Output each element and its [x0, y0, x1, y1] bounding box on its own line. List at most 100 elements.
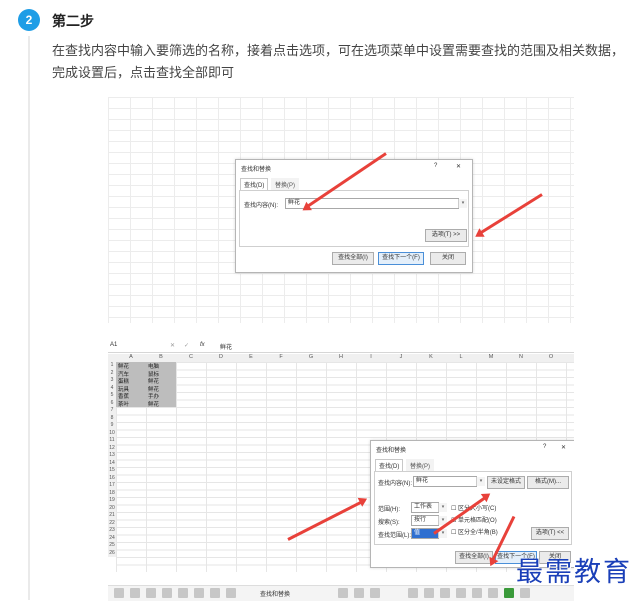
app-icon[interactable] — [338, 588, 348, 598]
excel-icon[interactable] — [504, 588, 514, 598]
app-icon[interactable] — [370, 588, 380, 598]
column-header[interactable]: L — [446, 354, 476, 360]
step-description: 在查找内容中输入要筛选的名称，接着点击选项，可在选项菜单中设置需要查找的范围及相… — [52, 43, 625, 80]
format-button[interactable]: 格式(M)... — [527, 476, 569, 489]
row-header[interactable]: 23 — [108, 527, 116, 535]
app-icon[interactable] — [114, 588, 124, 598]
row-header[interactable]: 18 — [108, 490, 116, 498]
screenshot-spreadsheet: A1 ✕ ✓ fx 鲜花 ABCDEFGHIJKLMNO 1 2 3 4 5 6 7 8 9 10… — [108, 340, 574, 572]
help-icon[interactable]: ? — [434, 163, 437, 169]
row-header[interactable]: 24 — [108, 535, 116, 543]
app-icon[interactable] — [194, 588, 204, 598]
taskbar-item-find-replace[interactable]: 查找和替换 — [260, 589, 290, 598]
column-header[interactable]: J — [386, 354, 416, 360]
app-icon[interactable] — [520, 588, 530, 598]
row-header[interactable]: 1 — [108, 362, 116, 370]
row-header[interactable]: 3 — [108, 377, 116, 385]
search-label: 搜索(S): — [378, 520, 400, 526]
app-icon[interactable] — [146, 588, 156, 598]
find-all-button[interactable]: 查找全部(I) — [332, 252, 374, 265]
within-label: 范围(H): — [378, 507, 400, 513]
row-header[interactable]: 12 — [108, 445, 116, 453]
column-header[interactable]: K — [416, 354, 446, 360]
app-icon[interactable] — [472, 588, 482, 598]
tab-find[interactable]: 查找(D) — [240, 178, 269, 190]
column-header[interactable]: I — [356, 354, 386, 360]
column-header[interactable]: H — [326, 354, 356, 360]
column-header[interactable]: G — [296, 354, 326, 360]
app-icon[interactable] — [162, 588, 172, 598]
app-icon[interactable] — [488, 588, 498, 598]
column-header[interactable]: O — [536, 354, 566, 360]
confirm-icon[interactable]: ✓ — [184, 342, 189, 349]
row-header[interactable]: 17 — [108, 482, 116, 490]
row-header[interactable]: 16 — [108, 475, 116, 483]
tab-replace[interactable]: 替换(P) — [271, 178, 300, 190]
column-header[interactable]: A — [116, 354, 146, 360]
taskbar: 查找和替换 — [108, 585, 574, 601]
row-header[interactable]: 22 — [108, 520, 116, 528]
row-header[interactable]: 25 — [108, 542, 116, 550]
lookin-label: 查找范围(L): — [378, 533, 412, 539]
within-dropdown[interactable]: ▾ — [438, 503, 447, 512]
column-header[interactable]: E — [236, 354, 266, 360]
column-header[interactable]: C — [176, 354, 206, 360]
match-width-checkbox[interactable]: ☐ 区分全/半角(B) — [451, 527, 498, 536]
app-icon[interactable] — [354, 588, 364, 598]
row-header[interactable]: 7 — [108, 407, 116, 415]
app-icon[interactable] — [210, 588, 220, 598]
options-button[interactable]: 选项(T) << — [531, 527, 569, 540]
find-history-dropdown[interactable]: ▾ — [458, 199, 467, 208]
app-icon[interactable] — [424, 588, 434, 598]
column-header[interactable]: D — [206, 354, 236, 360]
cancel-icon[interactable]: ✕ — [170, 342, 175, 349]
find-history-dropdown[interactable]: ▾ — [476, 477, 485, 486]
row-header[interactable]: 21 — [108, 512, 116, 520]
row-header[interactable]: 14 — [108, 460, 116, 468]
column-header[interactable]: F — [266, 354, 296, 360]
column-header[interactable]: N — [506, 354, 536, 360]
row-header[interactable]: 26 — [108, 550, 116, 558]
row-header[interactable]: 6 — [108, 400, 116, 408]
tab-replace[interactable]: 替换(P) — [406, 459, 435, 471]
row-header[interactable]: 19 — [108, 497, 116, 505]
app-icon[interactable] — [130, 588, 140, 598]
find-next-button[interactable]: 查找下一个(F) — [378, 252, 424, 265]
row-header[interactable]: 8 — [108, 415, 116, 423]
within-select[interactable]: 工作表 — [411, 502, 439, 513]
column-header[interactable]: M — [476, 354, 506, 360]
row-header[interactable]: 13 — [108, 452, 116, 460]
find-panel: 查找内容(N): 鲜花 ▾ 选项(T) >> — [239, 190, 469, 247]
tab-find[interactable]: 查找(D) — [375, 459, 404, 471]
row-header[interactable]: 11 — [108, 437, 116, 445]
row-header[interactable]: 4 — [108, 385, 116, 393]
app-icon[interactable] — [178, 588, 188, 598]
close-icon[interactable]: ✕ — [456, 163, 461, 170]
search-select[interactable]: 按行 — [411, 515, 439, 526]
row-header[interactable]: 5 — [108, 392, 116, 400]
app-icon[interactable] — [440, 588, 450, 598]
find-what-input[interactable]: 鲜花 — [413, 476, 477, 487]
row-headers: 1 2 3 4 5 6 7 8 9 10 11 12 13 14 15 16 17 18 19 20 21 22 23 24 2… — [108, 362, 116, 557]
row-header[interactable]: 2 — [108, 370, 116, 378]
step-timeline-line — [28, 36, 30, 600]
help-icon[interactable]: ? — [543, 444, 546, 450]
app-icon[interactable] — [408, 588, 418, 598]
sheet-cell[interactable]: 鲜花 — [148, 400, 159, 408]
step-number-badge: 2 — [18, 9, 40, 31]
options-button[interactable]: 选项(T) >> — [425, 229, 467, 242]
close-button[interactable]: 关闭 — [430, 252, 466, 265]
row-header[interactable]: 10 — [108, 430, 116, 438]
annotation-arrow — [476, 193, 543, 237]
name-box[interactable]: A1 — [110, 342, 117, 348]
formula-input[interactable]: 鲜花 — [220, 342, 232, 351]
row-header[interactable]: 9 — [108, 422, 116, 430]
app-icon[interactable] — [456, 588, 466, 598]
sheet-cell[interactable]: 茶叶 — [118, 400, 129, 408]
close-icon[interactable]: ✕ — [561, 444, 566, 451]
column-header[interactable]: B — [146, 354, 176, 360]
app-icon[interactable] — [226, 588, 236, 598]
row-header[interactable]: 20 — [108, 505, 116, 513]
dialog-tabs: 查找(D) 替换(P) — [240, 178, 300, 190]
row-header[interactable]: 15 — [108, 467, 116, 475]
